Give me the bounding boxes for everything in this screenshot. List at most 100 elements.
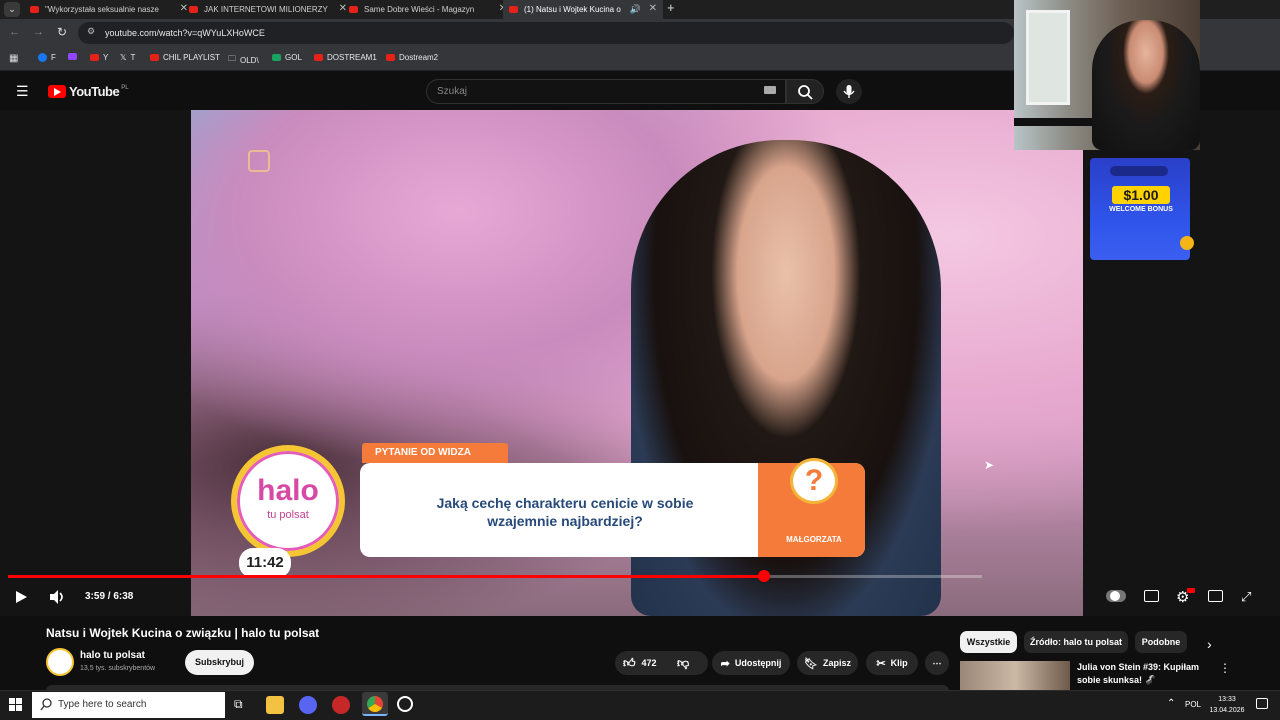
bookmark-label: OLD\ [240, 55, 259, 65]
like-count: 472 [641, 658, 657, 668]
thumbs-down-icon: 👎︎ [677, 655, 690, 670]
subscriber-count: 13,5 tys. subskrybentów [80, 665, 156, 672]
thumbs-up-icon: 👍︎ [623, 655, 636, 670]
keyboard-icon[interactable] [764, 86, 776, 94]
window-background [1026, 10, 1070, 105]
save-button[interactable]: 🔖︎ Zapisz [797, 651, 858, 675]
recommendation-thumbnail[interactable] [960, 661, 1070, 691]
youtube-icon [150, 54, 159, 61]
chip-source-channel[interactable]: Źródło: halo tu polsat [1024, 631, 1128, 653]
bookmark-folder-old[interactable]: 🗀 OLD\ [228, 53, 259, 67]
more-actions-button[interactable]: ⋯ [925, 651, 949, 675]
fullscreen-icon[interactable]: ⤢ [1241, 589, 1251, 605]
subscribe-button[interactable]: Subskrybuj [185, 650, 254, 675]
search-input[interactable]: Szukaj [426, 79, 786, 104]
clip-button[interactable]: ✂ Klip [866, 651, 918, 675]
channel-name[interactable]: halo tu polsat [80, 650, 145, 661]
like-button[interactable]: 👍︎ 472 [623, 656, 657, 671]
bookmark-y[interactable]: Y [90, 53, 108, 62]
ad-amount: $1.00 [1112, 186, 1170, 204]
back-icon[interactable]: ← [9, 26, 20, 38]
omnibox[interactable]: ⚙ youtube.com/watch?v=qWYuLXHoWCE [78, 22, 1014, 44]
gol-icon [272, 54, 281, 61]
search-button[interactable] [786, 79, 824, 104]
browser-tab-2[interactable]: JAK INTERNETOWI MILIONERZY ✕ [183, 0, 353, 19]
voice-search-button[interactable] [836, 79, 862, 104]
twitch-icon [68, 53, 77, 60]
microphone-icon [843, 85, 855, 98]
bookmark-chil-playlist[interactable]: CHIL PLAYLIST [150, 53, 220, 62]
scrubber-handle[interactable] [757, 570, 770, 582]
recommendation-title[interactable]: Julia von Stein #39: Kupiłam sobie skunk… [1077, 661, 1217, 687]
theater-mode-icon[interactable] [1208, 590, 1223, 602]
app-icon-pin[interactable] [397, 696, 413, 712]
file-explorer-icon[interactable] [266, 696, 284, 714]
coin-icon [1180, 236, 1194, 250]
new-tab-button[interactable]: + [667, 0, 675, 15]
notifications-icon[interactable] [1256, 698, 1268, 709]
youtube-icon [90, 54, 99, 61]
language-indicator[interactable]: POL [1185, 700, 1201, 709]
progress-bar[interactable] [8, 570, 982, 582]
bookmark-twitch[interactable] [68, 53, 81, 60]
dislike-button[interactable]: 👎︎ [677, 656, 689, 671]
play-button[interactable] [14, 590, 28, 604]
tab-label: (1) Natsu i Wojtek Kucina o [524, 5, 621, 14]
site-info-icon[interactable]: ⚙ [87, 26, 95, 37]
system-clock[interactable]: 13:33 13.04.2026 [1206, 694, 1248, 716]
tab-search-dropdown-button[interactable]: ⌄ [4, 2, 20, 17]
apps-grid-icon[interactable]: ▦ [9, 53, 18, 64]
subtitles-icon[interactable] [1144, 590, 1159, 602]
app-icon-red[interactable] [332, 696, 350, 714]
browser-tab-1[interactable]: "Wykorzystała seksualnie nasze ✕ [24, 0, 194, 19]
share-button[interactable]: ➦ Udostępnij [712, 651, 790, 675]
clock-date: 13.04.2026 [1209, 707, 1245, 714]
windows-start-icon[interactable] [9, 698, 22, 711]
recommendation-menu-icon[interactable]: ⋮ [1219, 661, 1231, 675]
youtube-favicon-icon [349, 6, 358, 13]
browser-tab-3[interactable]: Same Dobre Wieści - Magazyn✕ [343, 0, 513, 19]
chip-all[interactable]: Wszystkie [960, 631, 1017, 653]
mouse-cursor-icon: ➤ [984, 458, 995, 472]
save-label: Zapisz [822, 658, 851, 668]
bookmark-dostream1[interactable]: DOSTREAM1 [314, 53, 377, 62]
tray-chevron-icon[interactable]: ⌃ [1167, 698, 1175, 709]
region-code: PL [121, 84, 129, 91]
caption-line-1: Jaką cechę charakteru cenicie w sobie [436, 495, 694, 511]
facebook-icon [38, 53, 47, 62]
bookmark-label: F [51, 53, 56, 62]
forward-icon[interactable]: → [33, 26, 44, 38]
bookmark-dostream2[interactable]: Dostream2 [386, 53, 438, 62]
hd-badge [1187, 588, 1195, 593]
bookmark-label: DOSTREAM1 [327, 53, 377, 62]
youtube-logo[interactable]: YouTube PL [48, 84, 129, 99]
bookmark-icon: 🔖︎ [804, 657, 818, 670]
volume-button[interactable] [48, 589, 66, 605]
discord-icon[interactable] [299, 696, 317, 714]
more-dots-icon: ⋯ [932, 657, 942, 668]
browser-tab-4-active[interactable]: (1) Natsu i Wojtek Kucina o 🔊 ✕ [503, 0, 663, 19]
taskbar-search-input[interactable]: Type here to search [32, 692, 225, 718]
bookmark-t[interactable]: 𝕏T [120, 53, 135, 62]
task-view-icon[interactable]: ⧉ [234, 697, 243, 712]
youtube-logo-text: YouTube [69, 84, 120, 99]
chrome-icon [367, 696, 383, 712]
reload-icon[interactable]: ↻ [57, 25, 67, 39]
chrome-taskbar-item[interactable] [362, 692, 388, 716]
channel-avatar[interactable] [46, 648, 74, 676]
youtube-icon [386, 54, 395, 61]
taskbar-search-icon [40, 698, 52, 711]
autoplay-toggle[interactable] [1106, 590, 1126, 602]
bookmark-f[interactable]: F [38, 53, 56, 62]
chip-similar[interactable]: Podobne [1135, 631, 1187, 653]
bookmark-label: CHIL PLAYLIST [163, 53, 220, 62]
hamburger-menu-icon[interactable]: ☰ [16, 83, 29, 100]
chips-next-chevron-icon[interactable]: › [1207, 636, 1212, 652]
progress-played [8, 575, 764, 578]
audio-playing-icon[interactable]: 🔊 [630, 4, 641, 15]
bookmark-label: Dostream2 [399, 53, 439, 62]
caption-tag: PYTANIE OD WIDZA [362, 443, 508, 463]
like-dislike-group: 👍︎ 472 👎︎ [615, 651, 708, 675]
close-tab-icon[interactable]: ✕ [649, 3, 657, 14]
bookmark-gol[interactable]: GOL [272, 53, 302, 62]
